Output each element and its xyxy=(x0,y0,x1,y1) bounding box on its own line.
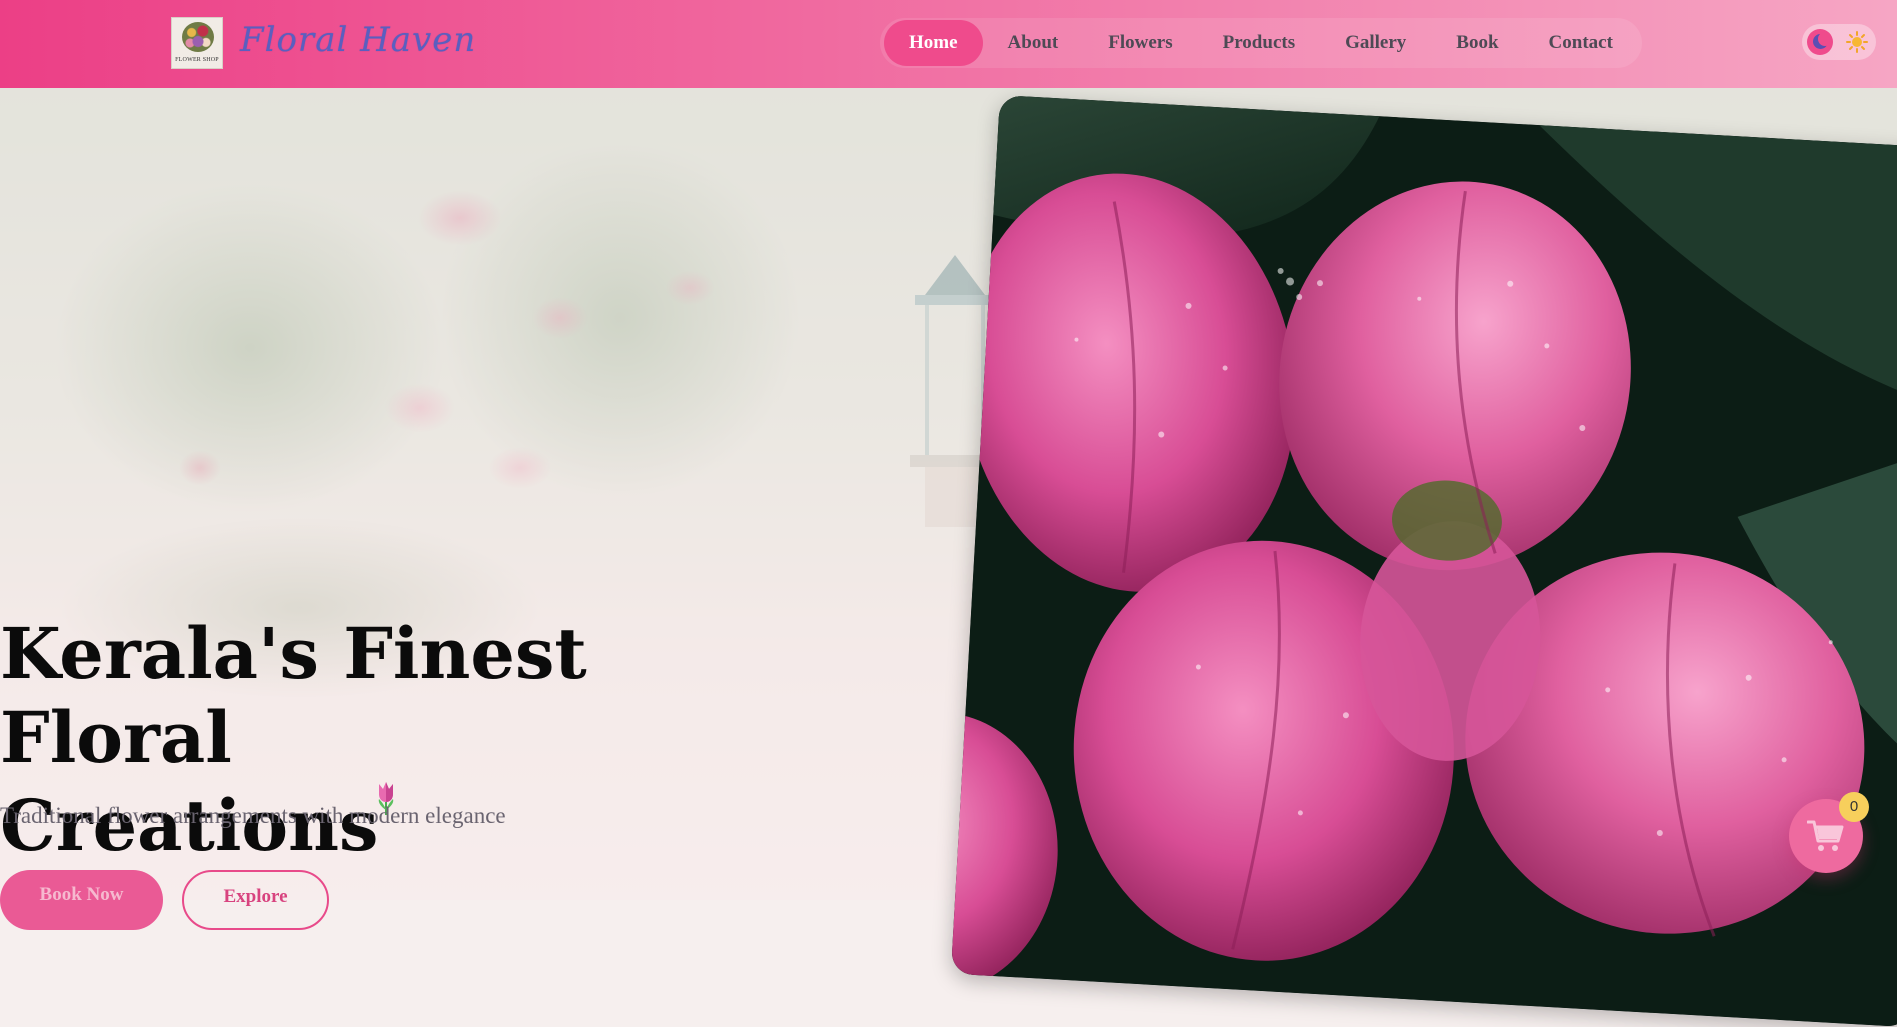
hero-photo xyxy=(950,95,1897,1027)
hero-title-line1: Kerala's Finest Floral xyxy=(0,612,587,779)
sun-icon xyxy=(1846,31,1868,53)
nav-item-contact[interactable]: Contact xyxy=(1524,20,1638,66)
book-now-button[interactable]: Book Now xyxy=(0,870,163,930)
bouquet-icon xyxy=(182,22,214,52)
explore-button[interactable]: Explore xyxy=(182,870,329,930)
nav-item-home[interactable]: Home xyxy=(884,20,983,66)
hero-subtitle: Traditional flower arrangements with mod… xyxy=(0,803,506,828)
logo-caption: FLOWER SHOP xyxy=(175,57,219,63)
cart-count-badge: 0 xyxy=(1839,792,1869,822)
brand-name[interactable]: Floral Haven xyxy=(240,20,476,60)
cart-icon xyxy=(1807,820,1844,851)
main-nav: Home About Flowers Products Gallery Book… xyxy=(880,18,1642,68)
site-header: FLOWER SHOP Floral Haven Home About Flow… xyxy=(0,0,1897,88)
lotus-buds-image xyxy=(950,95,1897,1027)
hero-title: Kerala's Finest Floral Creations xyxy=(0,612,800,868)
nav-item-flowers[interactable]: Flowers xyxy=(1083,20,1197,66)
moon-icon xyxy=(1807,29,1833,55)
nav-item-gallery[interactable]: Gallery xyxy=(1320,20,1431,66)
theme-toggle[interactable] xyxy=(1802,24,1876,60)
nav-item-book[interactable]: Book xyxy=(1431,20,1523,66)
nav-item-products[interactable]: Products xyxy=(1198,20,1320,66)
nav-item-about[interactable]: About xyxy=(983,20,1084,66)
logo[interactable]: FLOWER SHOP xyxy=(171,17,223,69)
